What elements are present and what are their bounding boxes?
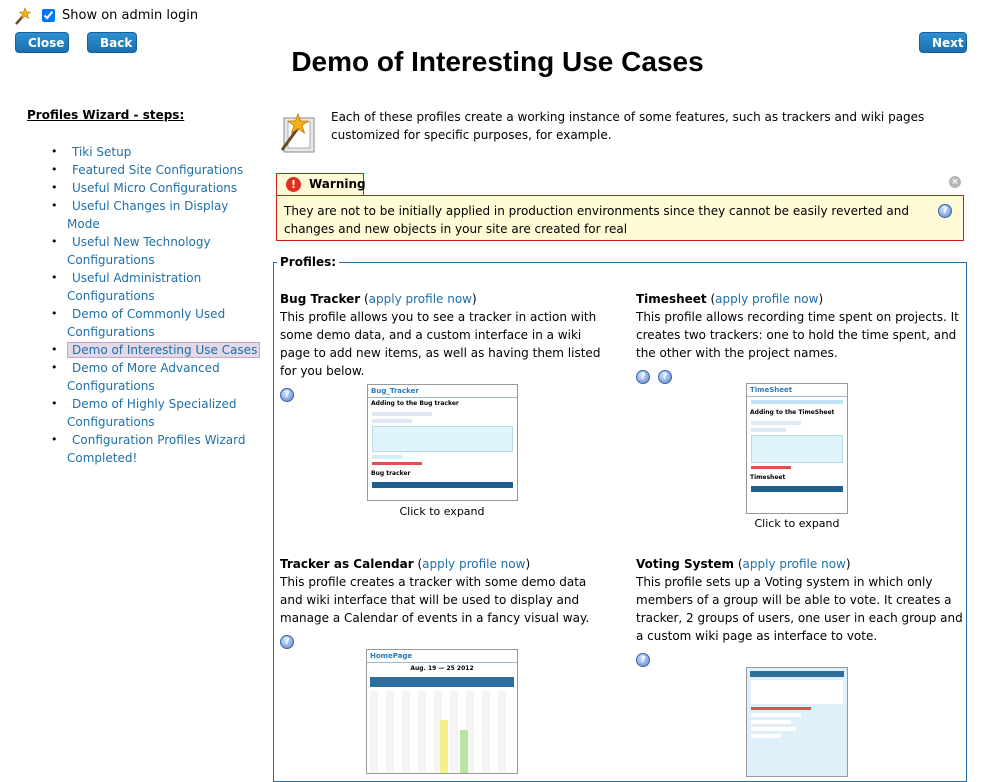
thumb-title: TimeSheet xyxy=(747,384,847,397)
thumb-title: Bug_Tracker xyxy=(368,385,517,398)
thumb-subheading: Bug tracker xyxy=(371,470,411,477)
profile-timesheet: Timesheet (apply profile now) This profi… xyxy=(636,290,966,384)
help-icon[interactable]: ? xyxy=(280,388,294,402)
profile-description: This profile allows recording time spent… xyxy=(636,310,959,360)
profile-tracker-as-calendar: Tracker as Calendar (apply profile now) … xyxy=(280,555,610,649)
step-tiki-setup[interactable]: Tiki Setup xyxy=(27,143,262,161)
show-on-admin-login-checkbox[interactable] xyxy=(42,9,55,22)
warning-box: They are not to be initially applied in … xyxy=(276,195,964,241)
step-demo-more-advanced[interactable]: Demo of More Advanced Configurations xyxy=(27,359,262,395)
step-wizard-completed[interactable]: Configuration Profiles Wizard Completed! xyxy=(27,431,262,467)
warning-title: Warning xyxy=(309,177,366,191)
profile-description: This profile allows you to see a tracker… xyxy=(280,310,601,378)
voting-system-screenshot[interactable] xyxy=(746,667,848,777)
thumb-heading: Aug. 19 — 25 2012 xyxy=(410,665,474,672)
help-icon[interactable]: ? xyxy=(657,370,672,384)
tracker-calendar-screenshot[interactable]: HomePage Aug. 19 — 25 2012 xyxy=(366,649,518,774)
step-useful-administration[interactable]: Useful Administration Configurations xyxy=(27,269,262,305)
close-icon[interactable]: × xyxy=(949,176,961,188)
warning-tab: ! Warning xyxy=(276,173,366,195)
warning-text: They are not to be initially applied in … xyxy=(284,204,909,236)
help-icon[interactable]: ? xyxy=(280,635,294,649)
thumb-heading: Adding to the TimeSheet xyxy=(750,409,835,416)
thumb-subheading: Timesheet xyxy=(750,474,786,481)
step-useful-micro-configurations[interactable]: Useful Micro Configurations xyxy=(27,179,262,197)
apply-profile-link[interactable]: apply profile now xyxy=(743,557,846,571)
click-to-expand-caption: Click to expand xyxy=(399,505,485,518)
sidebar-title: Profiles Wizard - steps: xyxy=(27,108,185,122)
click-to-expand-caption: Click to expand xyxy=(754,517,840,530)
wizard-steps-sidebar: Profiles Wizard - steps: Tiki Setup Feat… xyxy=(27,108,262,467)
step-useful-changes-display-mode[interactable]: Useful Changes in Display Mode xyxy=(27,197,262,233)
thumb-heading: Adding to the Bug tracker xyxy=(371,400,459,407)
help-icon[interactable]: ? xyxy=(636,653,650,667)
timesheet-screenshot[interactable]: TimeSheet Adding to the TimeSheet Timesh… xyxy=(746,383,848,514)
step-demo-commonly-used[interactable]: Demo of Commonly Used Configurations xyxy=(27,305,262,341)
profile-description: This profile sets up a Voting system in … xyxy=(636,575,963,643)
warning-icon: ! xyxy=(286,177,301,192)
bug-tracker-screenshot[interactable]: Bug_Tracker Adding to the Bug tracker Bu… xyxy=(367,384,518,501)
profile-title: Timesheet xyxy=(636,292,707,306)
profile-title: Tracker as Calendar xyxy=(280,557,414,571)
step-useful-new-technology[interactable]: Useful New Technology Configurations xyxy=(27,233,262,269)
show-on-admin-login-label: Show on admin login xyxy=(62,8,199,23)
profile-title: Voting System xyxy=(636,557,735,571)
step-featured-site-configurations[interactable]: Featured Site Configurations xyxy=(27,161,262,179)
profile-title: Bug Tracker xyxy=(280,292,361,306)
help-icon[interactable]: ? xyxy=(636,370,650,384)
step-demo-highly-specialized[interactable]: Demo of Highly Specialized Configuration… xyxy=(27,395,262,431)
apply-profile-link[interactable]: apply profile now xyxy=(422,557,525,571)
apply-profile-link[interactable]: apply profile now xyxy=(715,292,818,306)
profile-description: This profile creates a tracker with some… xyxy=(280,575,590,625)
help-icon[interactable]: ? xyxy=(938,204,952,218)
intro-text: Each of these profiles create a working … xyxy=(331,110,925,142)
profile-voting-system: Voting System (apply profile now) This p… xyxy=(636,555,966,667)
wizard-steps-list: Tiki Setup Featured Site Configurations … xyxy=(27,143,262,467)
apply-profile-link[interactable]: apply profile now xyxy=(369,292,472,306)
page-title: Demo of Interesting Use Cases xyxy=(291,46,704,77)
profiles-legend: Profiles: xyxy=(277,255,340,269)
profiles-wizard-icon xyxy=(280,112,315,153)
step-demo-interesting-use-cases[interactable]: Demo of Interesting Use Cases xyxy=(27,341,262,359)
wizard-wand-icon xyxy=(15,7,32,25)
thumb-title: HomePage xyxy=(367,650,517,663)
